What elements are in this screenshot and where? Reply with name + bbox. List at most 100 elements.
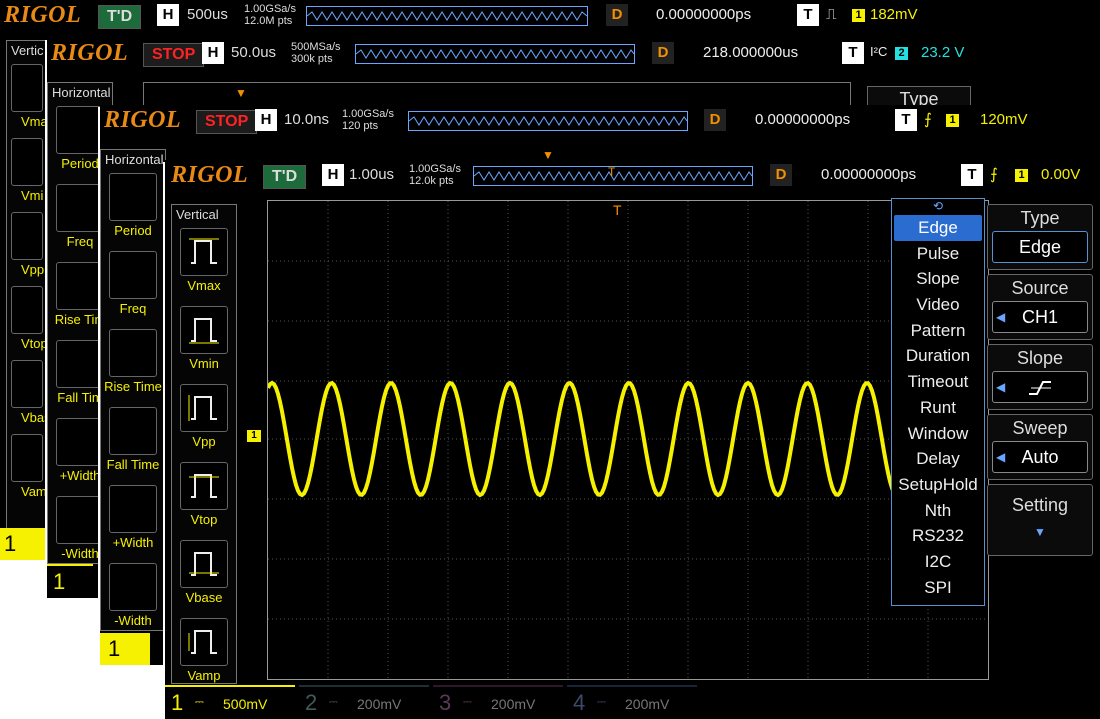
memory-waveform-icon bbox=[356, 49, 634, 59]
left-arrow-icon: ◀ bbox=[996, 380, 1006, 394]
menu-item-slope[interactable]: Slope bbox=[892, 266, 984, 292]
channel-1-tab[interactable]: 1 bbox=[47, 564, 93, 598]
menu-item-edge[interactable]: Edge bbox=[894, 215, 982, 241]
menu-item-rs232[interactable]: RS232 bbox=[892, 523, 984, 549]
sweep-softkey[interactable]: Sweep ◀ Auto bbox=[987, 414, 1093, 480]
measure-item[interactable]: Freq bbox=[101, 247, 165, 325]
run-state-badge[interactable]: STOP bbox=[143, 43, 205, 67]
left-arrow-icon: ◀ bbox=[996, 450, 1006, 464]
measure-label: Period bbox=[114, 223, 152, 238]
measure-item[interactable]: +Width bbox=[101, 481, 165, 559]
vmin-icon bbox=[11, 138, 43, 186]
menu-item-window[interactable]: Window bbox=[892, 421, 984, 447]
memory-depth: 12.0k pts bbox=[409, 175, 454, 187]
timebase-value[interactable]: 500us bbox=[187, 6, 228, 23]
channel-4-tab[interactable]: 4 ⎓ 200mV bbox=[567, 685, 697, 719]
source-value: CH1 bbox=[1021, 307, 1058, 327]
trigger-softkey-menu: Type Edge Source ◀ CH1 Slope ◀ Sweep ◀ A… bbox=[987, 204, 1093, 560]
delay-value[interactable]: 218.000000us bbox=[703, 44, 798, 61]
measure-item[interactable]: Fall Time bbox=[101, 403, 165, 481]
memory-bar bbox=[408, 111, 688, 131]
delay-label: D bbox=[704, 109, 726, 131]
ch1-offset-marker[interactable]: 1 bbox=[247, 430, 261, 442]
channel-number: 4 bbox=[573, 690, 586, 715]
scope-screen-4: RIGOL T'D H 1.00us 1.00GSa/s 12.0k pts T… bbox=[165, 160, 1100, 719]
trigger-source-badge: 1 bbox=[1015, 169, 1028, 182]
minus-width-icon bbox=[109, 563, 157, 611]
source-softkey[interactable]: Source ◀ CH1 bbox=[987, 274, 1093, 340]
channel-1-tab[interactable]: 1 bbox=[0, 528, 50, 560]
menu-item-video[interactable]: Video bbox=[892, 292, 984, 318]
channel-2-tab[interactable]: 2 ⎓ 200mV bbox=[299, 685, 429, 719]
measure-item[interactable]: Period bbox=[101, 169, 165, 247]
memory-depth: 12.0M pts bbox=[244, 15, 293, 27]
i2c-trigger-type: I²C bbox=[870, 44, 888, 59]
vamp-icon bbox=[180, 618, 228, 666]
rigol-logo: RIGOL bbox=[104, 107, 182, 133]
measure-item[interactable]: Vmin bbox=[172, 302, 236, 380]
fall-time-icon bbox=[109, 407, 157, 455]
delay-value[interactable]: 0.00000000ps bbox=[755, 111, 850, 128]
measure-item[interactable]: Rise Time bbox=[101, 325, 165, 403]
trigger-label: T bbox=[895, 109, 917, 131]
memory-depth: 300k pts bbox=[291, 53, 333, 65]
chevron-down-icon: ▼ bbox=[1034, 525, 1046, 539]
channel-1-tab[interactable]: 1 ⎓ 500mV bbox=[165, 685, 295, 719]
run-state-badge[interactable]: STOP bbox=[196, 110, 258, 134]
channel-3-tab[interactable]: 3 ⎓ 200mV bbox=[433, 685, 563, 719]
menu-item-timeout[interactable]: Timeout bbox=[892, 369, 984, 395]
menu-item-spi[interactable]: SPI bbox=[892, 575, 984, 601]
menu-item-setuphold[interactable]: SetupHold bbox=[892, 472, 984, 498]
ch1-waveform bbox=[268, 380, 898, 498]
menu-item-pulse[interactable]: Pulse bbox=[892, 241, 984, 267]
rising-edge-icon bbox=[1029, 381, 1051, 395]
setting-label: Setting bbox=[1011, 495, 1069, 515]
delay-value[interactable]: 0.00000000ps bbox=[821, 166, 916, 183]
measure-panel-title: Horizontal bbox=[52, 85, 111, 100]
menu-item-delay[interactable]: Delay bbox=[892, 446, 984, 472]
measure-item[interactable]: Vbase bbox=[172, 536, 236, 614]
trigger-level[interactable]: 120mV bbox=[980, 111, 1028, 128]
measure-item[interactable]: Vmax bbox=[172, 224, 236, 302]
setting-softkey[interactable]: Setting ▼ bbox=[987, 484, 1093, 556]
menu-item-i2c[interactable]: I2C bbox=[892, 549, 984, 575]
memory-trigger-marker: T bbox=[608, 166, 616, 179]
measure-item[interactable]: Vpp bbox=[172, 380, 236, 458]
measure-item[interactable]: Vamp bbox=[172, 614, 236, 692]
menu-item-pattern[interactable]: Pattern bbox=[892, 318, 984, 344]
memory-bar bbox=[355, 44, 635, 64]
period-icon bbox=[109, 173, 157, 221]
type-softkey[interactable]: Type Edge bbox=[987, 204, 1093, 270]
measure-label: Vtop bbox=[190, 512, 218, 527]
run-state-badge[interactable]: T'D bbox=[98, 5, 142, 29]
memory-depth: 120 pts bbox=[342, 120, 379, 132]
period-icon bbox=[56, 106, 104, 154]
trigger-label: T bbox=[842, 42, 864, 64]
timebase-value[interactable]: 10.0ns bbox=[284, 111, 329, 128]
menu-item-nth[interactable]: Nth bbox=[892, 498, 984, 524]
trigger-level[interactable]: 23.2 V bbox=[921, 44, 964, 61]
trigger-label: T bbox=[797, 4, 819, 26]
vtop-icon bbox=[180, 462, 228, 510]
sweep-value: Auto bbox=[1021, 447, 1059, 467]
channel-scale: 200mV bbox=[625, 696, 670, 712]
delay-value[interactable]: 0.00000000ps bbox=[656, 6, 751, 23]
horizontal-label: H bbox=[157, 4, 179, 26]
slope-softkey[interactable]: Slope ◀ bbox=[987, 344, 1093, 410]
trigger-source-badge: 1 bbox=[852, 9, 865, 22]
trigger-position-marker: T bbox=[613, 202, 622, 218]
measure-item[interactable]: Vtop bbox=[172, 458, 236, 536]
rigol-logo: RIGOL bbox=[171, 162, 249, 188]
menu-item-duration[interactable]: Duration bbox=[892, 343, 984, 369]
measure-item[interactable]: -Width bbox=[101, 559, 165, 637]
trigger-level[interactable]: 182mV bbox=[870, 6, 918, 23]
run-state-badge[interactable]: T'D bbox=[263, 165, 307, 189]
menu-back-icon[interactable]: ⟲ bbox=[892, 199, 984, 215]
timebase-value[interactable]: 1.00us bbox=[349, 166, 394, 183]
trigger-level[interactable]: 0.00V bbox=[1041, 166, 1080, 183]
sample-rate: 1.00GSa/s bbox=[409, 163, 461, 175]
timebase-value[interactable]: 50.0us bbox=[231, 44, 276, 61]
measure-label: Rise Time bbox=[104, 379, 162, 394]
channel-1-tab[interactable]: 1 bbox=[100, 633, 150, 665]
menu-item-runt[interactable]: Runt bbox=[892, 395, 984, 421]
